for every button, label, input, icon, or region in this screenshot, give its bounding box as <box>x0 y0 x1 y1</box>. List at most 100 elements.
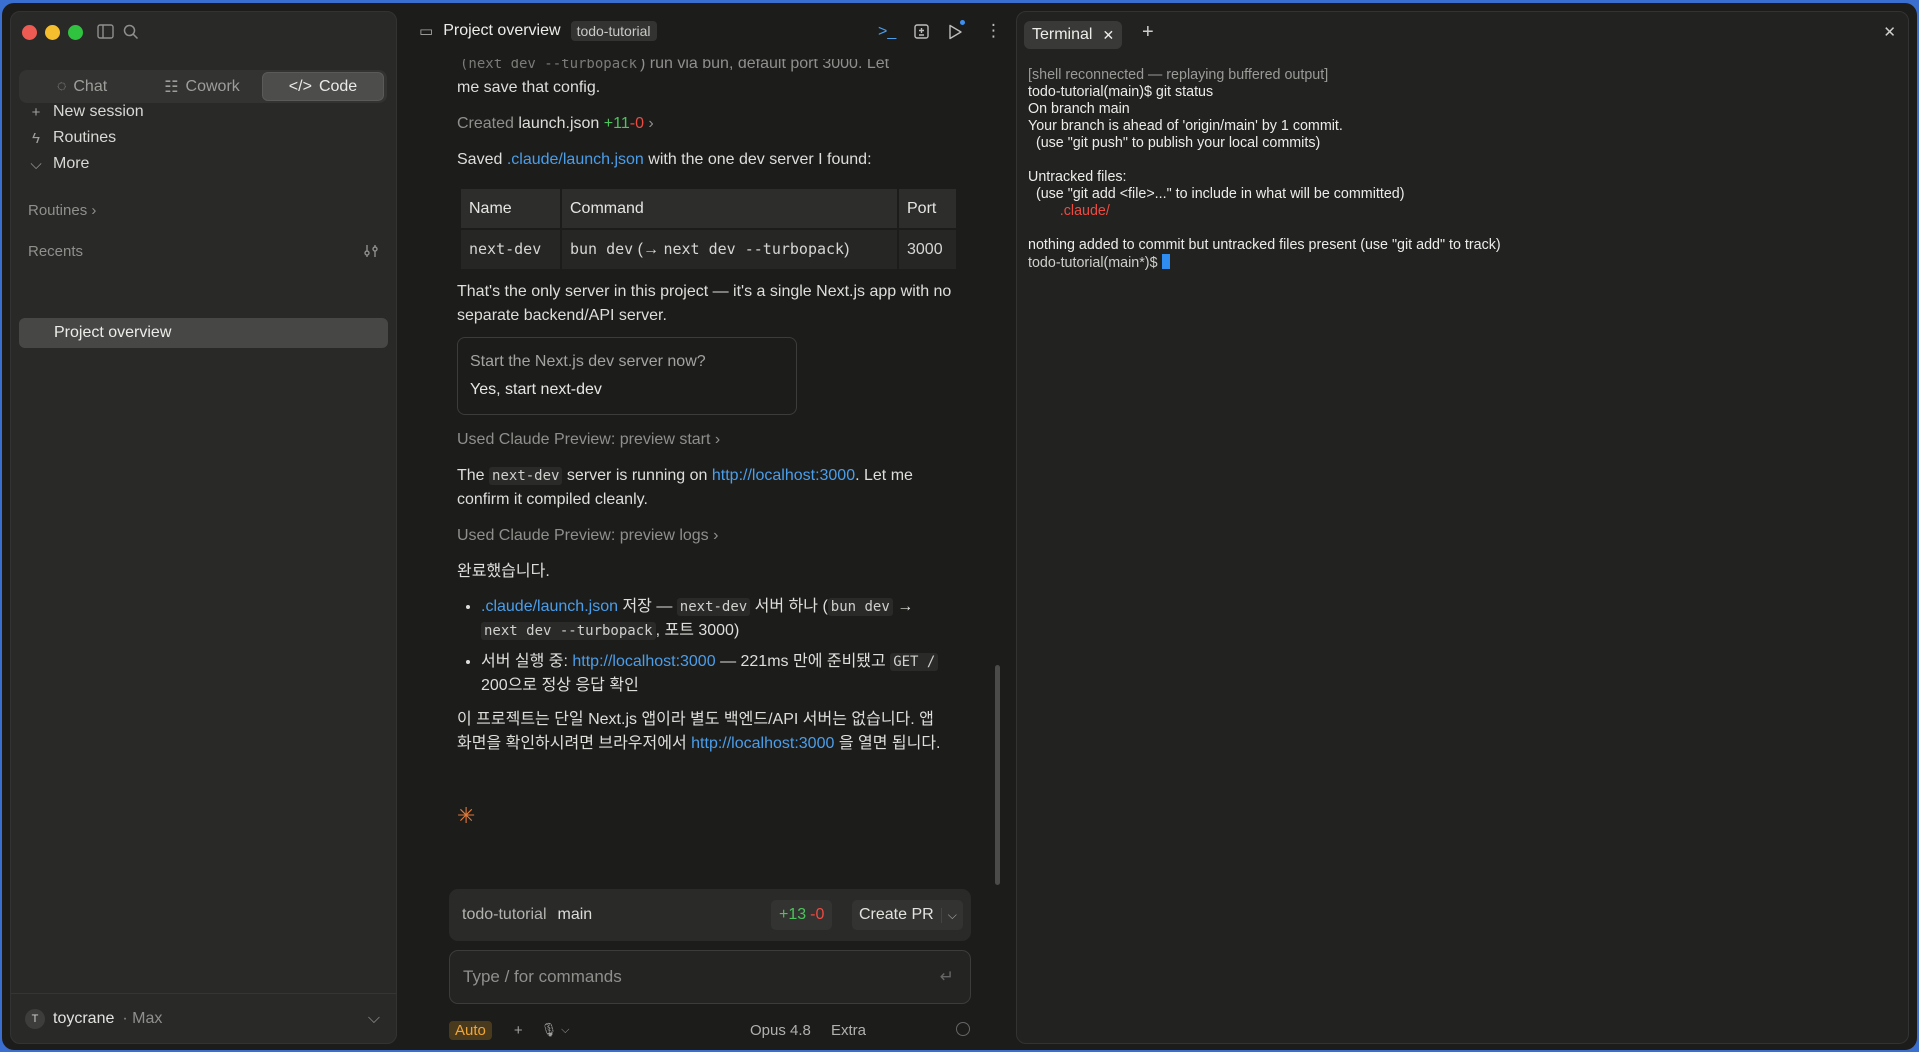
cell-name: next-dev <box>469 240 542 258</box>
saved-file-link[interactable]: .claude/launch.json <box>507 151 644 168</box>
cell-command-b: (→ <box>637 241 664 258</box>
add-attachment-icon[interactable]: + <box>514 1022 523 1039</box>
terminal-toggle-icon[interactable]: >_ <box>878 23 896 41</box>
context-usage-icon[interactable] <box>956 1022 970 1036</box>
new-session-label: New session <box>53 103 144 120</box>
recent-item-project-overview[interactable]: Project overview <box>19 318 388 348</box>
only-server-text: That's the only server in this project —… <box>457 283 952 324</box>
more-label: More <box>53 155 90 172</box>
chat-panel: (next dev --turbopack) run via bun, defa… <box>405 3 1014 1050</box>
cell-command-c: next dev --turbopack <box>663 240 845 258</box>
chevron-right-icon: › <box>714 431 721 448</box>
new-tab-plus-icon[interactable]: + <box>1142 21 1154 44</box>
more-nav-item[interactable]: ⌵ More <box>29 155 89 173</box>
localhost-link[interactable]: http://localhost:3000 <box>572 653 715 670</box>
close-window-button[interactable] <box>22 25 37 40</box>
effort-selector[interactable]: Extra <box>831 1022 866 1039</box>
terminal-line: Your branch is ahead of 'origin/main' by… <box>1028 118 1343 134</box>
tool2-label: Used Claude Preview: preview logs <box>457 527 709 544</box>
close-panel-icon[interactable]: ✕ <box>1883 23 1896 41</box>
git-branch[interactable]: main <box>558 906 593 924</box>
terminal-line: [shell reconnected — replaying buffered … <box>1028 67 1329 83</box>
tab-terminal[interactable]: Terminal ✕ <box>1024 21 1123 49</box>
b2-a: 서버 실행 중: <box>481 653 568 670</box>
sidebar: ◌ Chat ☷ Cowork </> Code + New session ϟ Rout… <box>10 11 397 1044</box>
tool-preview-logs-row[interactable]: Used Claude Preview: preview logs › <box>457 524 953 548</box>
b1-d: , 포트 3000) <box>655 622 740 639</box>
localhost-link[interactable]: http://localhost:3000 <box>712 467 855 484</box>
terminal-prompt[interactable]: todo-tutorial(main*)$ <box>1028 254 1170 271</box>
terminal-line: On branch main <box>1028 101 1130 117</box>
avatar: T <box>25 1008 45 1029</box>
routines-heading: Routines <box>28 202 88 219</box>
filter-sliders-icon[interactable] <box>363 244 379 261</box>
user-menu[interactable]: T toycrane · Max ⌵ <box>11 993 396 1043</box>
terminal-line: .claude/ <box>1028 203 1110 219</box>
localhost-link[interactable]: http://localhost:3000 <box>691 735 834 752</box>
saved-line: Saved .claude/launch.json with the one d… <box>457 148 953 172</box>
running-a: The <box>457 467 485 484</box>
terminal-line: nothing added to commit but untracked fi… <box>1028 237 1501 253</box>
chevron-down-icon: ⌵ <box>367 1009 380 1027</box>
routines-label: Routines <box>53 129 117 146</box>
diff-view-icon[interactable] <box>914 24 929 44</box>
diff-stats-button[interactable]: +13 -0 <box>771 900 833 930</box>
list-item: .claude/launch.json 저장 — next-dev 서버 하나 … <box>481 595 953 643</box>
closing-b: 을 열면 됩니다. <box>838 735 941 752</box>
launch-json-link[interactable]: .claude/launch.json <box>481 598 618 615</box>
more-options-icon[interactable]: ⋮ <box>985 21 1002 41</box>
tab-terminal-label: Terminal <box>1032 26 1093 43</box>
spinner-sparkle-icon: ✳ <box>457 803 476 828</box>
create-pr-label: Create PR <box>859 906 934 923</box>
git-status-bar: todo-tutorial main +13 -0 Create PR ⌵ <box>449 889 971 941</box>
question-text: Start the Next.js dev server now? <box>470 353 706 370</box>
user-plan: · Max <box>122 1009 163 1027</box>
terminal-line: todo-tutorial(main)$ git status <box>1028 84 1214 100</box>
code-brackets-icon: </> <box>288 77 312 95</box>
git-project: todo-tutorial <box>462 906 547 923</box>
project-tag[interactable]: todo-tutorial <box>570 21 657 41</box>
created-file: launch.json <box>518 115 600 132</box>
permission-mode-badge[interactable]: Auto <box>449 1020 492 1040</box>
chat-scrollbar[interactable] <box>995 665 1000 885</box>
routines-nav-item[interactable]: ϟ Routines <box>29 129 116 147</box>
cell-command-d: ) <box>844 241 850 258</box>
zoom-window-button[interactable] <box>68 25 83 40</box>
toggle-sidebar-icon[interactable] <box>97 24 114 44</box>
model-selector[interactable]: Opus 4.8 <box>750 1022 811 1039</box>
close-tab-icon[interactable]: ✕ <box>1102 27 1114 44</box>
create-pr-button[interactable]: Create PR ⌵ <box>852 900 963 930</box>
enter-return-icon[interactable]: ↵ <box>940 967 954 987</box>
prompt-text: todo-tutorial(main*)$ <box>1028 255 1162 271</box>
closing-text: 이 프로젝트는 단일 Next.js 앱이라 별도 백엔드/API 서버는 없습… <box>457 708 953 756</box>
routines-section-header[interactable]: Routines › <box>28 202 96 219</box>
b1-b: 서버 하나 ( <box>754 598 828 615</box>
tool-created-row[interactable]: Created launch.json +11-0 › <box>457 112 953 136</box>
saved-prefix: Saved <box>457 151 503 168</box>
tab-cowork-label: Cowork <box>185 77 240 95</box>
recents-heading: Recents <box>28 243 84 260</box>
search-icon[interactable] <box>123 24 139 45</box>
new-session-button[interactable]: + New session <box>29 103 144 121</box>
question-card: Start the Next.js dev server now? Yes, s… <box>457 337 797 415</box>
mode-switcher: ◌ Chat ☷ Cowork </> Code <box>19 70 387 103</box>
inline-code: next-dev <box>489 467 563 485</box>
tab-chat[interactable]: ◌ Chat <box>22 72 142 101</box>
command-input[interactable]: Type / for commands ↵ <box>449 950 971 1004</box>
microphone-icon[interactable]: 🎙︎ <box>541 1022 558 1038</box>
tab-chat-label: Chat <box>73 77 108 95</box>
git-added: +13 <box>779 906 807 923</box>
chevron-down-icon[interactable]: ⌵ <box>940 907 963 923</box>
tab-code[interactable]: </> Code <box>262 72 384 101</box>
tab-cowork[interactable]: ☷ Cowork <box>142 72 262 101</box>
terminal-line: (use "git push" to publish your local co… <box>1028 135 1321 151</box>
inline-code: GET / <box>890 653 939 671</box>
minimize-window-button[interactable] <box>45 25 60 40</box>
git-removed: -0 <box>810 906 825 923</box>
b1-c: → <box>897 598 914 615</box>
preview-play-icon[interactable] <box>948 20 965 45</box>
chevron-right-icon: › <box>648 115 654 132</box>
terminal-line: (use "git add <file>..." to include in w… <box>1028 186 1405 202</box>
chevron-down-icon[interactable]: ⌵ <box>561 1024 569 1037</box>
tool-preview-start-row[interactable]: Used Claude Preview: preview start › <box>457 428 953 452</box>
